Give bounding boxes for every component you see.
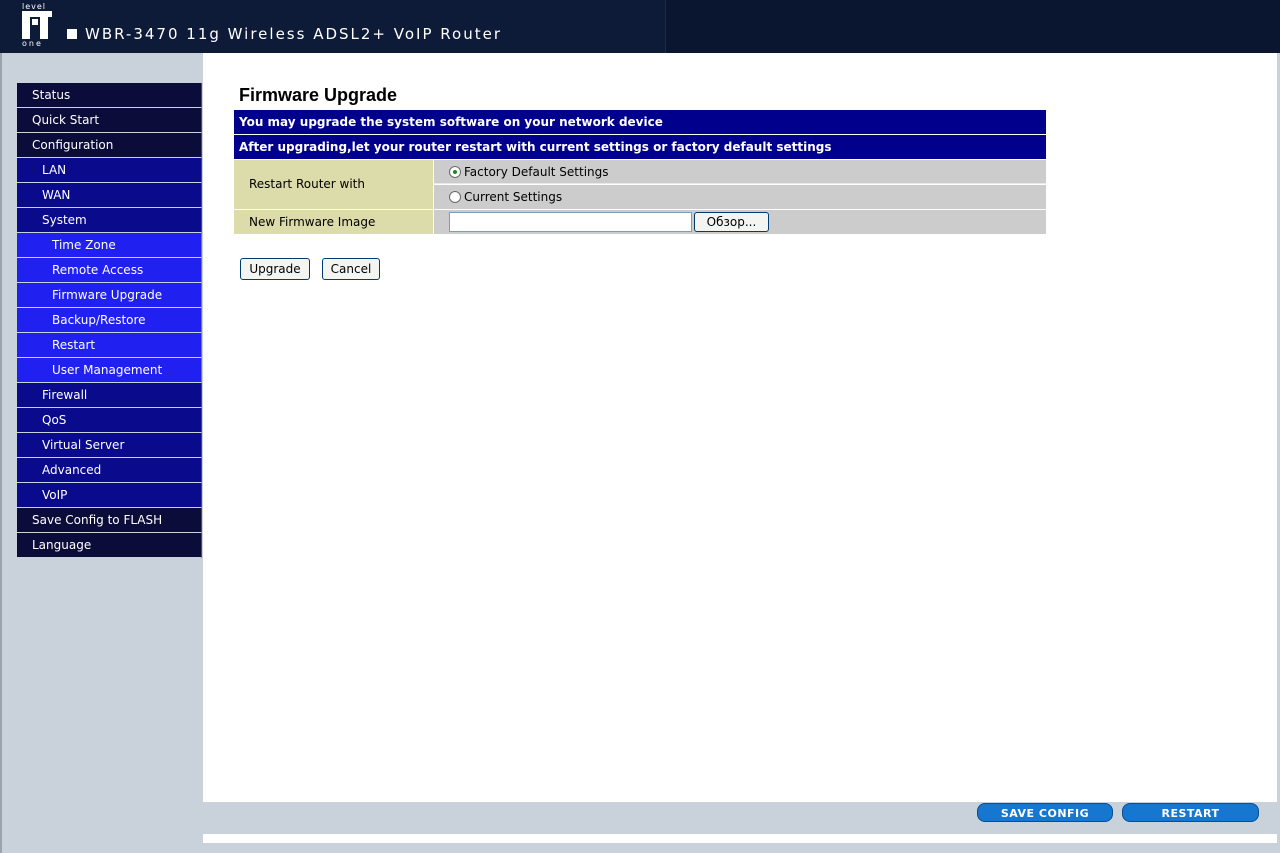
info-banner-upgrade: You may upgrade the system software on y… — [234, 110, 1046, 134]
factory-default-radio[interactable] — [449, 166, 461, 178]
levelone-logo: level one — [20, 2, 56, 48]
save-config-button[interactable]: SAVE CONFIG — [977, 803, 1113, 822]
sidebar-item-virtual-server[interactable]: Virtual Server — [17, 433, 202, 458]
current-settings-option[interactable]: Current Settings — [434, 185, 1046, 209]
bottom-frame — [203, 802, 1280, 834]
restart-button[interactable]: RESTART — [1122, 803, 1259, 822]
logo-text-bottom: one — [22, 39, 43, 48]
factory-default-option[interactable]: Factory Default Settings — [434, 160, 1046, 184]
sidebar-item-save-config-to-flash[interactable]: Save Config to FLASH — [17, 508, 202, 533]
restart-router-label: Restart Router with — [234, 160, 433, 209]
sidebar-item-status[interactable]: Status — [17, 83, 202, 108]
new-firmware-image-label: New Firmware Image — [234, 210, 433, 234]
sidebar-item-language[interactable]: Language — [17, 533, 202, 558]
sidebar-item-system[interactable]: System — [17, 208, 202, 233]
sidebar-item-quick-start[interactable]: Quick Start — [17, 108, 202, 133]
sidebar-item-lan[interactable]: LAN — [17, 158, 202, 183]
sidebar-item-firewall[interactable]: Firewall — [17, 383, 202, 408]
sidebar-item-user-management[interactable]: User Management — [17, 358, 202, 383]
sidebar-item-wan[interactable]: WAN — [17, 183, 202, 208]
header-right-panel — [665, 0, 1280, 53]
sidebar-item-time-zone[interactable]: Time Zone — [17, 233, 202, 258]
logo-mark-icon — [22, 11, 52, 39]
sidebar-item-voip[interactable]: VoIP — [17, 483, 202, 508]
page-title: Firmware Upgrade — [239, 85, 398, 105]
sidebar-item-qos[interactable]: QoS — [17, 408, 202, 433]
browse-button[interactable]: Обзор... — [694, 212, 769, 232]
current-settings-label: Current Settings — [464, 190, 563, 204]
upgrade-button[interactable]: Upgrade — [240, 258, 310, 280]
header-bar: level one WBR-3470 11g Wireless ADSL2+ V… — [0, 0, 1280, 53]
current-settings-radio[interactable] — [449, 191, 461, 203]
sidebar-item-advanced[interactable]: Advanced — [17, 458, 202, 483]
factory-default-label: Factory Default Settings — [464, 165, 609, 179]
logo-text-top: level — [22, 2, 47, 11]
cancel-button[interactable]: Cancel — [322, 258, 380, 280]
firmware-file-input[interactable] — [449, 212, 692, 232]
sidebar-menu: Status Quick Start Configuration LAN WAN Syst… — [17, 83, 202, 558]
title-square-icon — [67, 29, 77, 39]
sidebar-item-restart[interactable]: Restart — [17, 333, 202, 358]
product-title-text: WBR-3470 11g Wireless ADSL2+ VoIP Router — [85, 25, 502, 43]
product-title: WBR-3470 11g Wireless ADSL2+ VoIP Router — [67, 25, 502, 43]
sidebar-item-firmware-upgrade[interactable]: Firmware Upgrade — [17, 283, 202, 308]
sidebar-item-remote-access[interactable]: Remote Access — [17, 258, 202, 283]
sidebar-item-configuration[interactable]: Configuration — [17, 133, 202, 158]
bottom-frame-strip — [203, 843, 1280, 853]
sidebar-item-backup-restore[interactable]: Backup/Restore — [17, 308, 202, 333]
info-banner-restart: After upgrading,let your router restart … — [234, 135, 1046, 159]
